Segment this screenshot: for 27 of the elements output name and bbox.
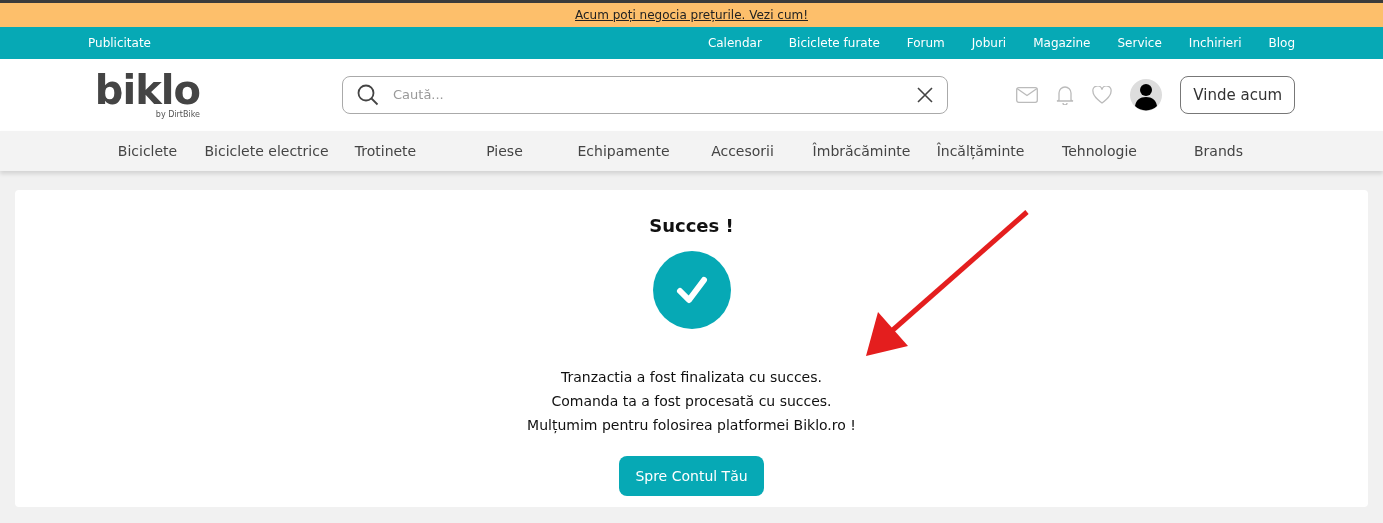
category-link[interactable]: Îmbrăcăminte	[812, 140, 911, 162]
search-bar[interactable]: Caută...	[342, 76, 948, 114]
success-message: Tranzactia a fost finalizata cu succes.	[561, 368, 822, 387]
sell-button[interactable]: Vinde acum	[1180, 76, 1295, 114]
success-message: Mulțumim pentru folosirea platformei Biklo.ro !	[527, 416, 856, 435]
search-icon	[357, 84, 379, 106]
promo-link[interactable]: Acum poți negocia prețurile. Vezi cum!	[575, 6, 808, 24]
avatar-icon[interactable]	[1130, 79, 1163, 111]
category-link[interactable]: Trotinete	[354, 140, 417, 162]
category-link[interactable]: Brands	[1194, 140, 1243, 162]
success-message: Comanda ta a fost procesată cu succes.	[551, 392, 832, 411]
category-link[interactable]: Piese	[486, 140, 523, 162]
category-link[interactable]: Biciclete electrice	[204, 140, 329, 162]
search-field[interactable]: Caută...	[393, 85, 903, 105]
logo-tagline: by DirtBike	[155, 110, 200, 120]
category-link[interactable]: Încălțăminte	[936, 140, 1025, 162]
bell-icon[interactable]	[1056, 85, 1075, 105]
close-icon[interactable]	[917, 87, 933, 103]
heart-icon[interactable]	[1092, 86, 1113, 104]
mail-icon[interactable]	[1016, 87, 1039, 103]
category-link[interactable]: Accesorii	[711, 140, 774, 162]
logo[interactable]: biklo	[94, 70, 200, 110]
check-icon	[652, 251, 731, 329]
category-link[interactable]: Tehnologie	[1062, 140, 1137, 162]
category-link[interactable]: Biciclete	[117, 140, 178, 162]
category-link[interactable]: Echipamente	[577, 140, 670, 162]
success-title: Succes !	[649, 214, 734, 238]
